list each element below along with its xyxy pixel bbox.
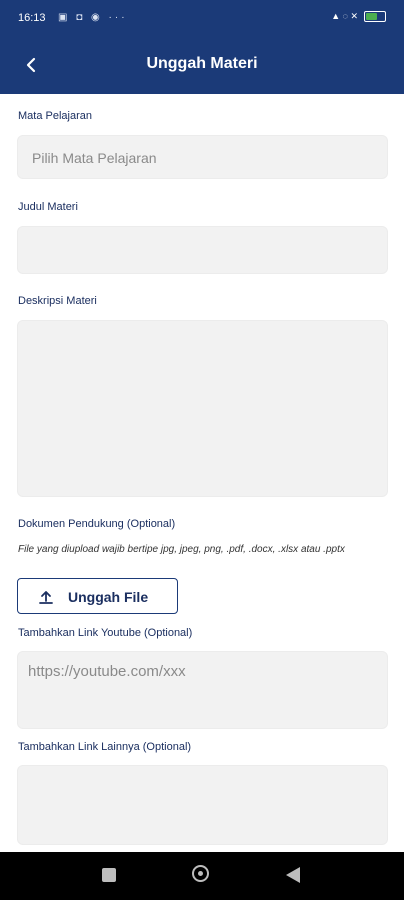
notification-icons: ▣ ◘ ◉ ··· (58, 12, 128, 23)
battery-icon (364, 11, 386, 22)
other-link-input[interactable] (17, 765, 388, 845)
title-label: Judul Materi (18, 201, 78, 213)
page-title: Unggah Materi (146, 55, 258, 72)
upload-file-button[interactable]: Unggah File (17, 578, 178, 614)
upload-icon (39, 591, 53, 604)
app-bar: Unggah Materi (0, 36, 404, 94)
youtube-placeholder: https://youtube.com/xxx (28, 663, 186, 680)
subject-select[interactable]: Pilih Mata Pelajaran (17, 135, 388, 179)
subject-label: Mata Pelajaran (18, 110, 92, 122)
subject-placeholder: Pilih Mata Pelajaran (32, 150, 157, 166)
file-type-note: File yang diupload wajib bertipe jpg, jp… (18, 544, 345, 555)
documents-label: Dokumen Pendukung (Optional) (18, 518, 176, 530)
other-link-label: Tambahkan Link Lainnya (Optional) (18, 741, 192, 753)
home-circle-icon[interactable] (192, 865, 209, 882)
status-time: 16:13 (18, 12, 46, 24)
youtube-link-input[interactable]: https://youtube.com/xxx (17, 651, 388, 729)
back-triangle-icon[interactable] (286, 867, 300, 883)
system-icons: ▲ ◌ ✕ (331, 11, 386, 22)
recents-square-icon[interactable] (102, 868, 116, 882)
upload-file-label: Unggah File (68, 589, 149, 605)
description-textarea[interactable] (17, 320, 388, 497)
navigation-bar (0, 852, 404, 900)
title-input[interactable] (17, 226, 388, 274)
status-bar: 16:13 ▣ ◘ ◉ ··· ▲ ◌ ✕ (0, 0, 404, 36)
youtube-label: Tambahkan Link Youtube (Optional) (18, 627, 193, 639)
description-label: Deskripsi Materi (18, 295, 97, 307)
signal-wifi-icons: ▲ ◌ ✕ (331, 11, 358, 21)
